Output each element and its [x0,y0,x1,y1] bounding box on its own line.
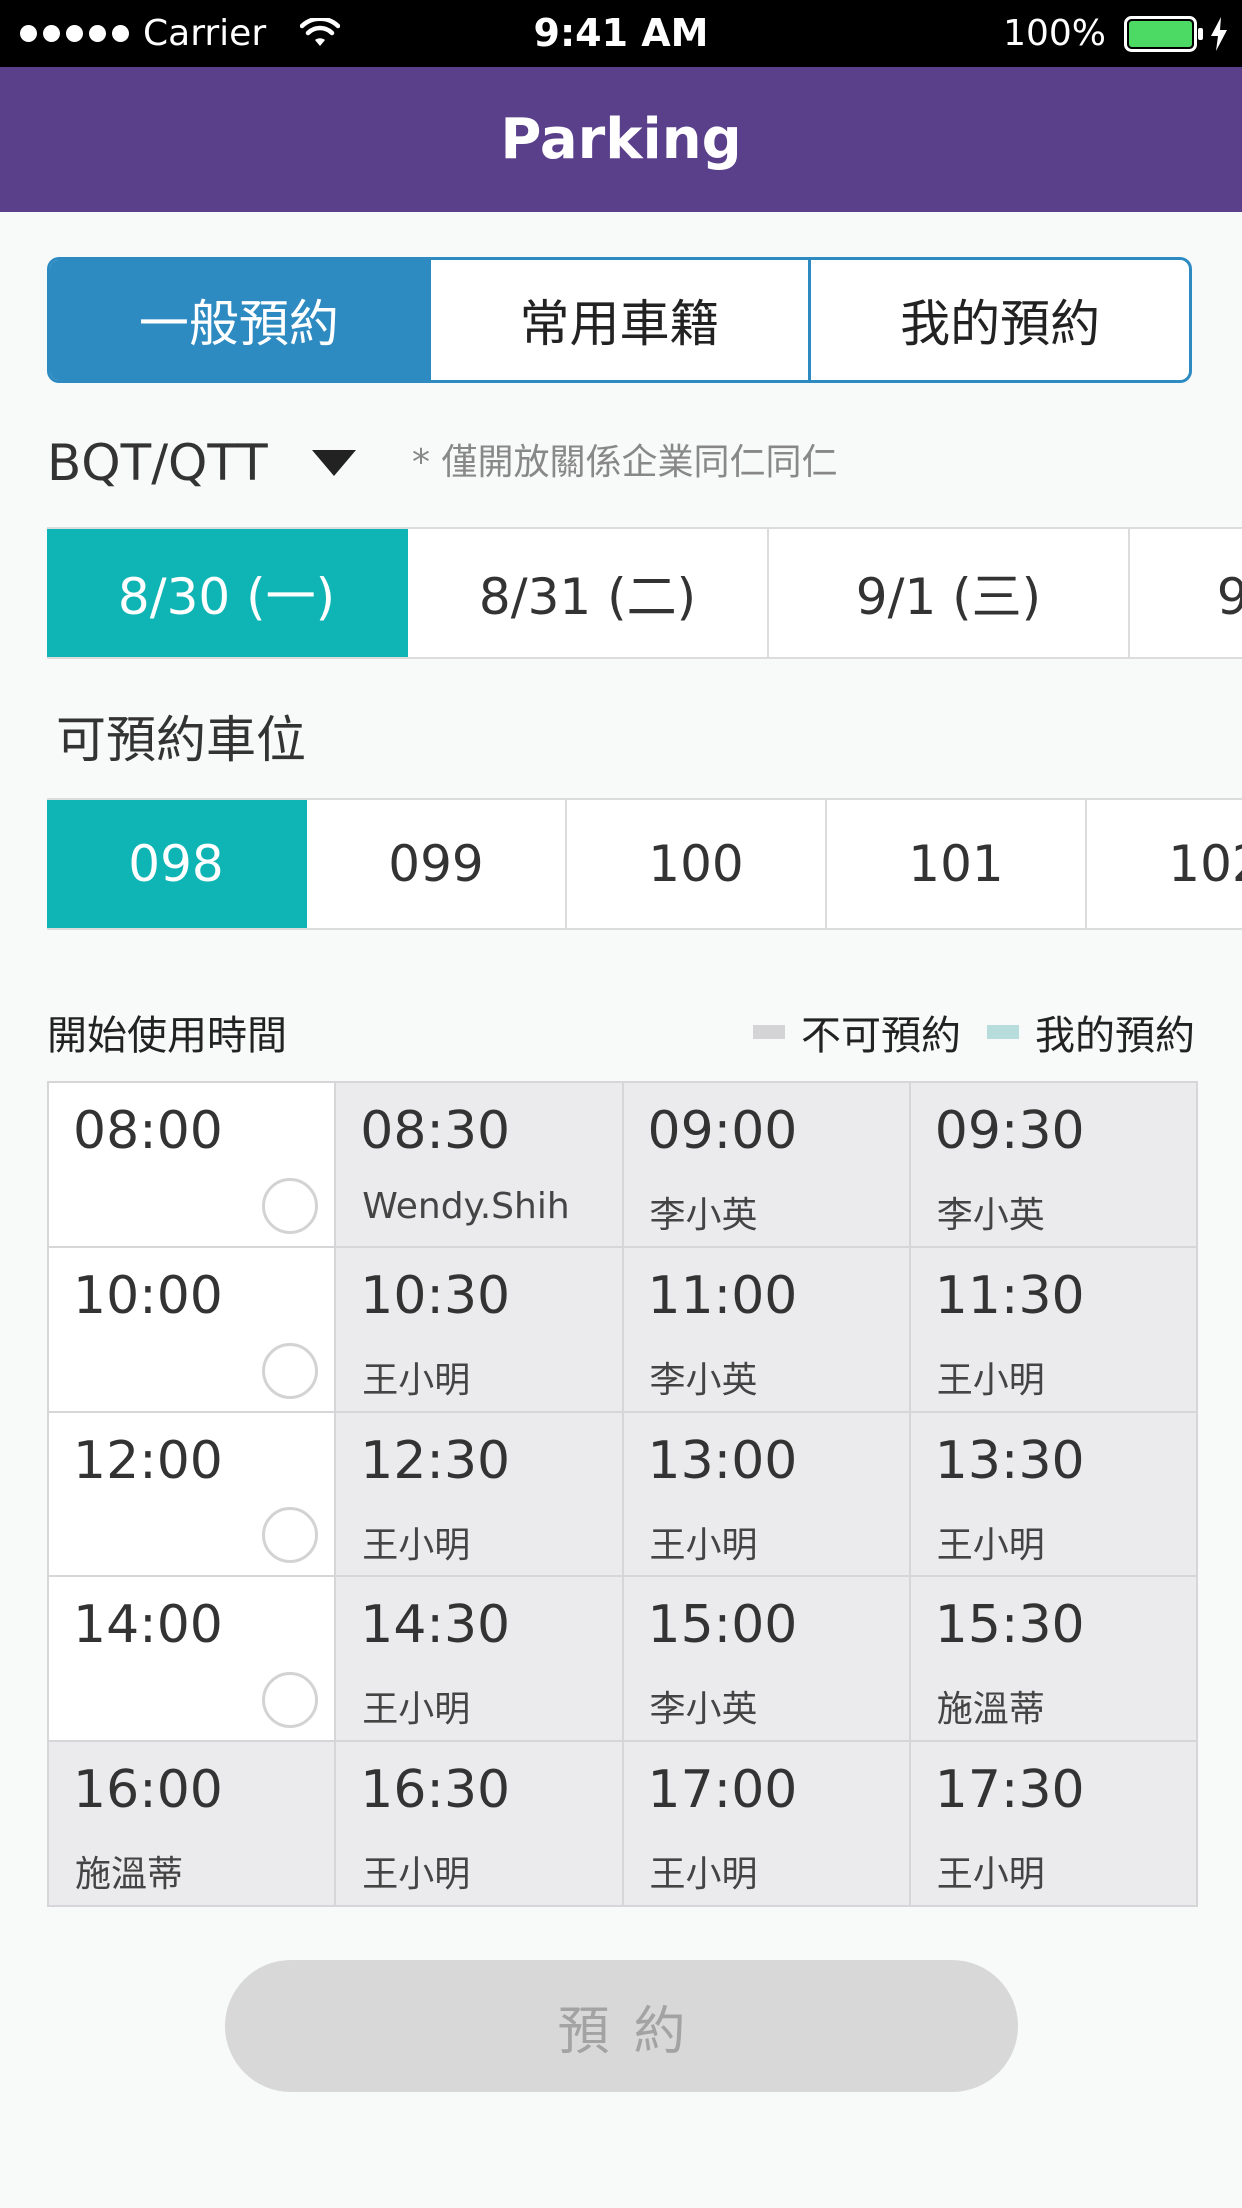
slot-time: 10:00 [73,1265,223,1326]
slot-booked-by: 王小明 [649,1524,758,1566]
time-slot-booked: 15:00 李小英 [623,1577,909,1741]
time-slot-booked: 13:00 王小明 [623,1412,909,1576]
tab-frequent-vehicles[interactable]: 常用車籍 [427,260,809,380]
slot-booked-by: 李小英 [649,1359,758,1401]
date-tab[interactable]: 8/31 (二) [408,529,769,657]
tab-general-reservation[interactable]: 一般預約 [50,260,428,380]
spots-heading: 可預約車位 [56,711,306,769]
slot-time: 10:30 [360,1265,511,1326]
slot-time: 08:30 [360,1101,511,1161]
slot-time: 15:00 [647,1595,798,1656]
location-note: * 僅開放關係企業同仁同仁 [412,442,838,483]
date-tab[interactable]: 8/30 (一) [47,529,408,657]
slot-booked-by: 王小明 [362,1524,471,1566]
time-slot-booked: 17:00 王小明 [623,1742,909,1905]
slot-booked-by: 李小英 [936,1195,1045,1236]
time-slot-booked: 13:30 王小明 [910,1412,1196,1576]
slot-time: 09:30 [934,1101,1085,1161]
time-slot-booked: 10:30 王小明 [336,1247,622,1411]
date-selector: 8/30 (一) 8/31 (二) 9/1 (三) 9/2 (四) [47,527,1242,659]
date-tab[interactable]: 9/1 (三) [769,529,1130,657]
battery-icon [1124,15,1203,52]
spot-tab[interactable]: 099 [307,800,567,928]
legend-swatch-mine [987,1025,1019,1039]
slot-time: 13:30 [934,1430,1085,1491]
slot-radio-button[interactable] [262,1177,319,1234]
slot-booked-by: 王小明 [362,1359,471,1401]
date-tab[interactable]: 9/2 (四) [1130,529,1242,657]
spot-tab[interactable]: 101 [827,800,1087,928]
slot-radio-button[interactable] [262,1342,319,1399]
slot-booked-by: 施溫蒂 [75,1854,184,1896]
slot-radio-button[interactable] [262,1507,319,1564]
slot-booked-by: Wendy.Shih [362,1186,570,1227]
nav-bar: Parking [0,67,1242,212]
legend: 不可預約 我的預約 [753,1003,1195,1061]
slot-booked-by: 王小明 [362,1689,471,1731]
page-title: Parking [500,107,742,172]
slot-booked-by: 李小英 [649,1195,758,1236]
charging-bolt-icon [1211,16,1227,51]
legend-label: 我的預約 [1035,1013,1195,1059]
slot-time: 08:00 [73,1101,223,1161]
time-slot-booked: 12:30 王小明 [336,1412,622,1576]
time-slot-booked: 08:30 Wendy.Shih [336,1083,622,1246]
caret-down-icon [311,450,356,476]
time-slot-available[interactable]: 10:00 [49,1247,335,1411]
slot-radio-button[interactable] [262,1672,319,1729]
legend-swatch-unavailable [753,1025,785,1039]
slot-time: 16:30 [360,1760,511,1821]
reservation-tabs: 一般預約 常用車籍 我的預約 [47,257,1192,383]
time-slot-booked: 11:30 王小明 [910,1247,1196,1411]
time-slot-available[interactable]: 12:00 [49,1412,335,1576]
spot-selector: 098 099 100 101 102 [47,798,1242,930]
slot-time: 11:30 [934,1265,1085,1326]
slot-time: 14:00 [73,1595,223,1656]
time-slot-booked: 17:30 王小明 [910,1742,1196,1905]
legend-item-unavailable: 不可預約 [753,1003,961,1061]
reserve-button[interactable]: 預約 [225,1960,1018,2092]
start-time-heading: 開始使用時間 [47,1013,287,1059]
slot-time: 17:30 [934,1760,1085,1821]
slot-booked-by: 王小明 [936,1359,1045,1401]
time-slot-booked: 16:30 王小明 [336,1742,622,1905]
slot-time: 15:30 [934,1595,1085,1656]
time-slot-booked: 09:30 李小英 [910,1083,1196,1246]
legend-item-mine: 我的預約 [987,1003,1195,1061]
slot-time: 17:00 [647,1760,798,1821]
slot-time: 14:30 [360,1595,511,1656]
time-slot-booked: 09:00 李小英 [623,1083,909,1246]
spot-tab[interactable]: 100 [567,800,827,928]
spot-tab[interactable]: 102 [1087,800,1242,928]
time-slot-available[interactable]: 08:00 [49,1083,335,1246]
time-slot-booked: 15:30 施溫蒂 [910,1577,1196,1741]
slot-time: 13:00 [647,1430,798,1491]
time-slot-grid: 08:00 08:30 Wendy.Shih 09:00 李小英 09:30 李小英 10:0… [47,1081,1198,1907]
slot-time: 11:00 [647,1265,798,1326]
battery-percentage: 100% [1003,13,1106,54]
slot-booked-by: 李小英 [649,1689,758,1731]
time-slot-booked: 11:00 李小英 [623,1247,909,1411]
location-value: BQT/QTT [47,434,268,492]
spot-tab[interactable]: 098 [47,800,307,928]
slot-time: 12:00 [73,1430,223,1491]
time-slot-booked: 16:00 施溫蒂 [49,1742,335,1905]
slot-booked-by: 施溫蒂 [936,1689,1045,1731]
time-slot-booked: 14:30 王小明 [336,1577,622,1741]
slot-time: 16:00 [73,1760,223,1821]
status-right: 100% [1003,0,1228,67]
time-slot-available[interactable]: 14:00 [49,1577,335,1741]
slot-booked-by: 王小明 [936,1524,1045,1566]
legend-label: 不可預約 [801,1013,961,1059]
tab-my-reservations[interactable]: 我的預約 [808,260,1189,380]
slot-time: 09:00 [647,1101,798,1161]
location-dropdown[interactable]: BQT/QTT [47,430,356,496]
slot-booked-by: 王小明 [649,1854,758,1896]
status-bar: Carrier 9:41 AM 100% [0,0,1242,67]
slot-time: 12:30 [360,1430,511,1491]
slot-booked-by: 王小明 [362,1854,471,1896]
slot-booked-by: 王小明 [936,1854,1045,1896]
